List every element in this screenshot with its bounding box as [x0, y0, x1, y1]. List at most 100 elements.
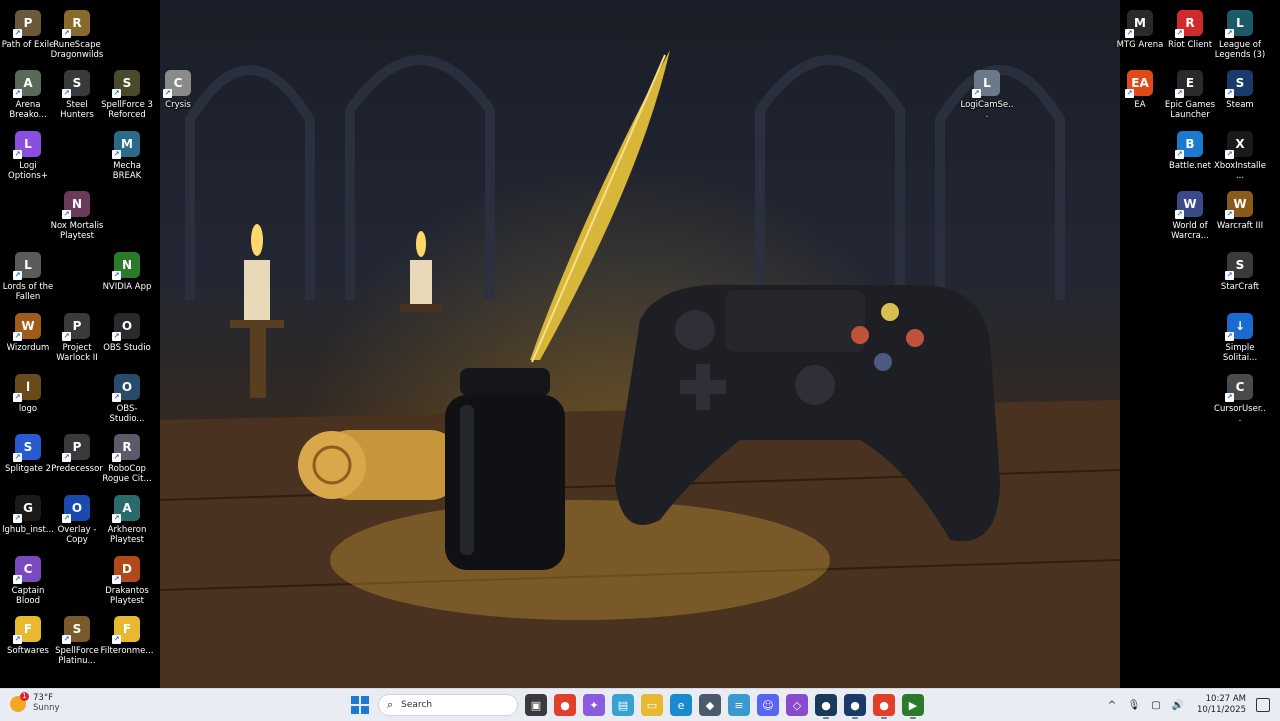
taskbar-app-app-10[interactable]: ◇	[786, 694, 808, 716]
shortcut-arrow-icon: ↗	[13, 635, 22, 644]
shortcut-arrow-icon: ↗	[1225, 271, 1234, 280]
desktop-icon-filteronme[interactable]: F ↗ Filteronme...	[100, 610, 154, 656]
shortcut-arrow-icon: ↗	[112, 271, 121, 280]
predecessor-icon: P ↗	[62, 434, 90, 462]
microphone-icon[interactable]: 🎙	[1125, 700, 1143, 711]
taskbar-app-steam-alt[interactable]: ●	[815, 694, 837, 719]
desktop-icon-ea[interactable]: EA ↗ EA	[1115, 64, 1165, 110]
desktop-icon-captain-blood[interactable]: C ↗ Captain Blood	[3, 550, 53, 606]
desktop-icon-warcraft-3[interactable]: W ↗ Warcraft III	[1215, 185, 1265, 231]
desktop-icon-arena-breakout[interactable]: A ↗ Arena Breako...	[3, 64, 53, 120]
icon-glyph: C	[23, 562, 33, 576]
wizordum-icon: W ↗	[13, 313, 41, 341]
desktop-icon-splitgate-2[interactable]: S ↗ Splitgate 2	[3, 428, 53, 474]
desktop-icon-label: Captain Blood	[11, 586, 45, 606]
app-7-icon: ◆	[705, 698, 715, 712]
taskbar-app-copilot[interactable]: ✦	[583, 694, 605, 716]
desktop-icon-lords-of-the-fallen[interactable]: L ↗ Lords of the Fallen	[3, 246, 53, 302]
clock-time: 10:27 AM	[1205, 694, 1246, 704]
search-box[interactable]: ⌕	[378, 694, 518, 716]
taskbar-app-app-7[interactable]: ◆	[699, 694, 721, 716]
desktop-icon-path-of-exile[interactable]: P ↗ Path of Exile	[2, 4, 54, 50]
desktop-icon-obs-studio-copy[interactable]: O ↗ OBS-Studio...	[102, 368, 152, 424]
shortcut-arrow-icon: ↗	[13, 575, 22, 584]
desktop-icon-world-of-warcraft[interactable]: W ↗ World of Warcra...	[1165, 185, 1215, 241]
desktop-icon-logi-options[interactable]: L ↗ Logi Options+	[3, 125, 53, 181]
desktop-icon-simple-solitaire[interactable]: ↓ ↗ Simple Solitai...	[1215, 307, 1265, 363]
desktop-icon-softwares[interactable]: F ↗ Softwares	[3, 610, 53, 656]
desktop-icon-label: MTG Arena	[1116, 40, 1164, 50]
taskbar-app-chrome[interactable]: ●	[554, 694, 576, 716]
shortcut-arrow-icon: ↗	[112, 575, 121, 584]
shortcut-arrow-icon: ↗	[1175, 150, 1184, 159]
desktop-icon-xbox-installer[interactable]: X ↗ XboxInstalle...	[1214, 125, 1266, 181]
taskbar-app-snipping[interactable]: ▤	[612, 694, 634, 716]
icon-glyph: P	[72, 319, 82, 333]
icon-glyph: N	[121, 258, 133, 272]
desktop-icon-battle-net[interactable]: B ↗ Battle.net	[1165, 125, 1215, 171]
taskbar-app-notepad[interactable]: ≡	[728, 694, 750, 716]
desktop-icon-crysis[interactable]: C ↗ Crysis	[153, 64, 203, 110]
battle-net-icon: B ↗	[1175, 131, 1203, 159]
desktop-icon-mtg-arena[interactable]: M ↗ MTG Arena	[1115, 4, 1165, 50]
desktop-icon-label: Arkheron Playtest	[107, 525, 147, 545]
taskbar-app-discord[interactable]: ☺	[757, 694, 779, 716]
desktop-icon-lghub-installer[interactable]: G ↗ lghub_inst...	[2, 489, 54, 535]
desktop-icon-predecessor[interactable]: P ↗ Predecessor	[51, 428, 103, 474]
icon-glyph: M	[121, 137, 133, 151]
start-button[interactable]	[349, 694, 371, 716]
icon-glyph: N	[71, 197, 83, 211]
desktop-icon-label: RuneScape Dragonwilds	[50, 40, 104, 60]
taskbar-app-edge[interactable]: e	[670, 694, 692, 716]
shortcut-arrow-icon: ↗	[112, 89, 121, 98]
desktop-icon-obs-studio[interactable]: O ↗ OBS Studio	[102, 307, 152, 353]
desktop-icon-spellforce-3-reforced[interactable]: S ↗ SpellForce 3 Reforced	[101, 64, 153, 120]
desktop-icon-steam[interactable]: S ↗ Steam	[1215, 64, 1265, 110]
desktop-icon-label: Nox Mortalis Playtest	[50, 221, 104, 241]
xbox-installer-icon: X ↗	[1225, 131, 1253, 159]
desktop-icon-runescape-dragonwilds[interactable]: R ↗ RuneScape Dragonwilds	[50, 4, 104, 60]
desktop-icon-drakantos-playtest[interactable]: D ↗ Drakantos Playtest	[102, 550, 152, 606]
desktop-icon-arkheron-playtest[interactable]: A ↗ Arkheron Playtest	[102, 489, 152, 545]
desktop-icon-epic-games-launcher[interactable]: E ↗ Epic Games Launcher	[1165, 64, 1215, 120]
desktop-icon-logo[interactable]: l ↗ logo	[3, 368, 53, 414]
notifications-icon[interactable]	[1256, 698, 1270, 712]
network-icon[interactable]: ▢	[1147, 700, 1165, 711]
search-input[interactable]	[399, 699, 504, 711]
desktop-icon-riot-client[interactable]: R ↗ Riot Client	[1165, 4, 1215, 50]
icon-glyph: L	[1236, 16, 1244, 30]
shortcut-arrow-icon: ↗	[112, 332, 121, 341]
taskbar-app-chrome-2[interactable]: ●	[873, 694, 895, 719]
desktop-icon-spellforce-platinum[interactable]: S ↗ SpellForce Platinu...	[52, 610, 102, 666]
desktop-icon-overlay-copy[interactable]: O ↗ Overlay - Copy	[52, 489, 102, 545]
taskbar-app-steam[interactable]: ●	[844, 694, 866, 719]
volume-icon[interactable]: 🔊	[1169, 700, 1187, 711]
desktop-icon-nvidia-app[interactable]: N ↗ NVIDIA App	[102, 246, 152, 292]
icon-glyph: X	[1235, 137, 1245, 151]
desktop-icon-mecha-break[interactable]: M ↗ Mecha BREAK	[102, 125, 152, 181]
desktop-icon-nox-mortalis-playtest[interactable]: N ↗ Nox Mortalis Playtest	[50, 185, 104, 241]
desktop-icon-logicamse[interactable]: L ↗ LogiCamSe...	[961, 64, 1014, 120]
lords-of-the-fallen-icon: L ↗	[13, 252, 41, 280]
desktop-icon-label: Lords of the Fallen	[2, 282, 54, 302]
shortcut-arrow-icon: ↗	[13, 271, 22, 280]
weather-widget[interactable]: 1 73°F Sunny	[10, 691, 60, 714]
taskbar-app-task-view[interactable]: ▣	[525, 694, 547, 716]
desktop-icon-label: Filteronme...	[100, 646, 154, 656]
desktop-icon-wizordum[interactable]: W ↗ Wizordum	[3, 307, 53, 353]
desktop-icon-project-warlock-2[interactable]: P ↗ Project Warlock II	[52, 307, 102, 363]
chevron-up-icon[interactable]: ^	[1103, 700, 1121, 711]
taskbar-app-file-explorer[interactable]: ▭	[641, 694, 663, 716]
desktop-icon-robocop-rogue-city[interactable]: R ↗ RoboCop Rogue Cit...	[102, 428, 152, 484]
desktop-icon-label: RoboCop Rogue Cit...	[102, 464, 152, 484]
desktop-icon-label: Riot Client	[1167, 40, 1213, 50]
shortcut-arrow-icon: ↗	[972, 89, 981, 98]
clock[interactable]: 10:27 AM 10/11/2025	[1197, 694, 1246, 716]
desktop-icon-label: Drakantos Playtest	[105, 586, 149, 606]
desktop-icon-starcraft[interactable]: S ↗ StarCraft	[1215, 246, 1265, 292]
desktop-icon-steel-hunters[interactable]: S ↗ Steel Hunters	[52, 64, 102, 120]
desktop-icon-cursor-user[interactable]: C ↗ CursorUser...	[1214, 368, 1266, 424]
desktop-icon-league-of-legends[interactable]: L ↗ League of Legends (3)	[1215, 4, 1265, 60]
notepad-icon: ≡	[734, 698, 744, 712]
taskbar-app-nvidia[interactable]: ▶	[902, 694, 924, 719]
